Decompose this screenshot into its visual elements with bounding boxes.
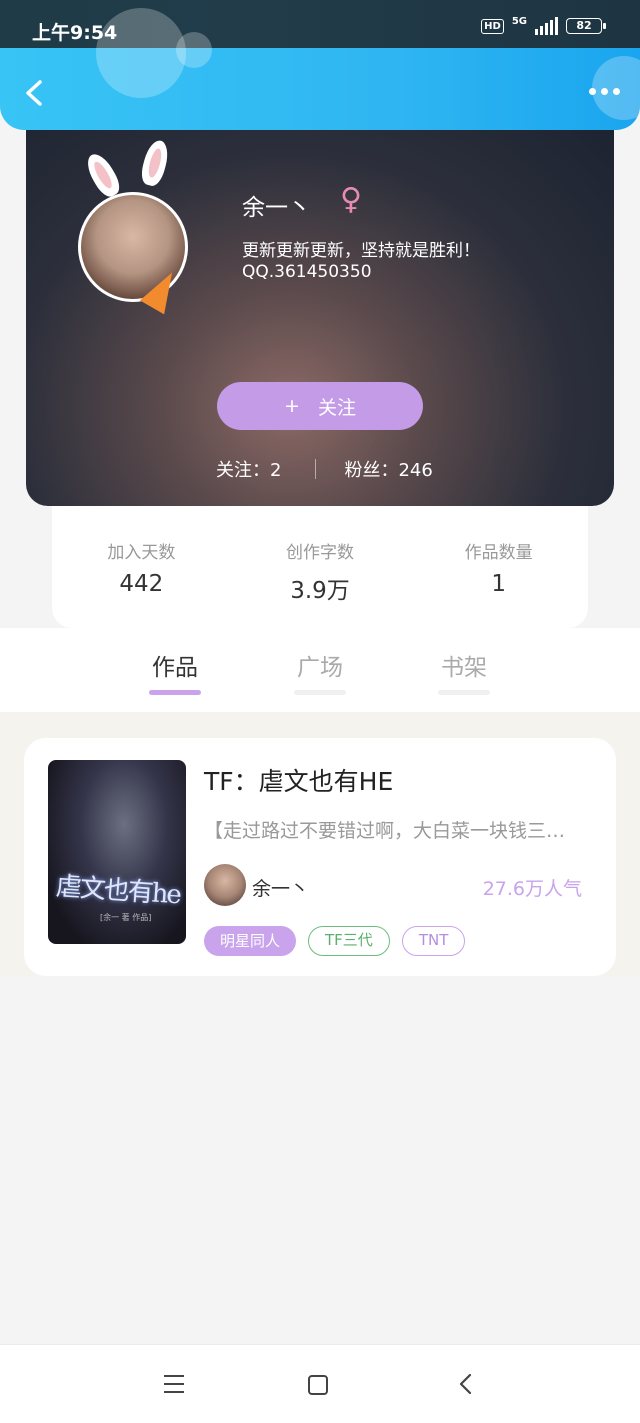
book-description: 【走过路过不要错过啊，大白菜一块钱三… <box>204 820 566 842</box>
status-bar: 上午9:54 HD 5G 82 <box>0 0 640 48</box>
stat-value: 1 <box>491 571 506 597</box>
stat-word-count: 创作字数 3.9万 <box>231 506 410 628</box>
profile-bio: 更新更新更新，坚持就是胜利！ <box>242 241 480 261</box>
tag-chip[interactable]: 明星同人 <box>204 926 297 956</box>
profile-qq: QQ.361450350 <box>242 262 372 282</box>
followers-count[interactable]: 粉丝：246 <box>344 456 432 482</box>
tab-square[interactable]: 广场 <box>280 648 360 695</box>
stat-label: 创作字数 <box>286 543 354 563</box>
more-icon[interactable] <box>589 88 620 95</box>
tab-label: 作品 <box>152 655 198 681</box>
gender-female-icon: ♀ <box>340 182 362 217</box>
book-tags: 明星同人 TF三代 TNT <box>204 926 466 956</box>
following-count[interactable]: 关注：2 <box>216 456 281 482</box>
bunny-ear-icon <box>138 137 172 189</box>
tag-chip[interactable]: TF三代 <box>308 926 390 956</box>
stat-value: 3.9万 <box>290 578 350 604</box>
follow-button[interactable]: + 关注 <box>217 382 423 430</box>
plus-icon: + <box>284 395 300 417</box>
tab-bar: 作品 广场 书架 <box>0 628 640 712</box>
hd-icon: HD <box>481 18 504 34</box>
battery-icon: 82 <box>566 18 606 34</box>
book-title[interactable]: TF：虐文也有HE <box>204 762 393 798</box>
book-cover[interactable]: 虐文也有he [余一 著 作品] <box>48 760 186 944</box>
follow-button-label: 关注 <box>317 396 356 419</box>
stat-value: 442 <box>119 571 164 597</box>
home-icon[interactable] <box>308 1375 328 1395</box>
stat-label: 加入天数 <box>107 543 176 563</box>
bunny-ear-icon <box>81 149 125 201</box>
profile-name: 余一丶 <box>242 195 311 221</box>
decor-bubble <box>176 32 212 68</box>
decor-bubble <box>96 8 186 98</box>
cover-subtitle: [余一 著 作品] <box>100 913 152 922</box>
top-nav-bar <box>0 8 640 130</box>
tab-indicator <box>149 690 201 695</box>
book-author[interactable]: 余一丶 <box>252 874 309 901</box>
signal-icon <box>535 17 558 35</box>
tab-label: 广场 <box>297 655 343 681</box>
tab-bookshelf[interactable]: 书架 <box>424 648 504 695</box>
stat-join-days: 加入天数 442 <box>52 506 231 628</box>
stat-works-count: 作品数量 1 <box>409 506 588 628</box>
book-popularity: 27.6万人气 <box>482 878 582 900</box>
stats-panel: 加入天数 442 创作字数 3.9万 作品数量 1 <box>52 506 588 628</box>
profile-card: 余一丶 ♀ 更新更新更新，坚持就是胜利！ QQ.361450350 + 关注 关… <box>26 110 614 506</box>
system-back-icon[interactable] <box>458 1373 472 1395</box>
tab-works[interactable]: 作品 <box>135 648 215 695</box>
tab-indicator <box>294 690 346 695</box>
tab-indicator <box>438 690 490 695</box>
menu-icon[interactable] <box>164 1375 184 1399</box>
author-avatar[interactable] <box>204 864 246 906</box>
tab-label: 书架 <box>441 655 487 681</box>
book-card[interactable]: 虐文也有he [余一 著 作品] TF：虐文也有HE 【走过路过不要错过啊，大白… <box>24 738 616 976</box>
system-nav-bar <box>0 1344 640 1423</box>
tag-chip[interactable]: TNT <box>401 926 466 956</box>
back-icon[interactable] <box>20 78 50 108</box>
follow-counts: 关注：2 粉丝：246 <box>216 456 433 482</box>
cover-title: 虐文也有he <box>54 871 181 911</box>
network-label: 5G <box>511 15 527 27</box>
status-icons: HD 5G 82 <box>481 15 606 35</box>
stat-label: 作品数量 <box>464 543 533 563</box>
divider <box>315 459 317 479</box>
